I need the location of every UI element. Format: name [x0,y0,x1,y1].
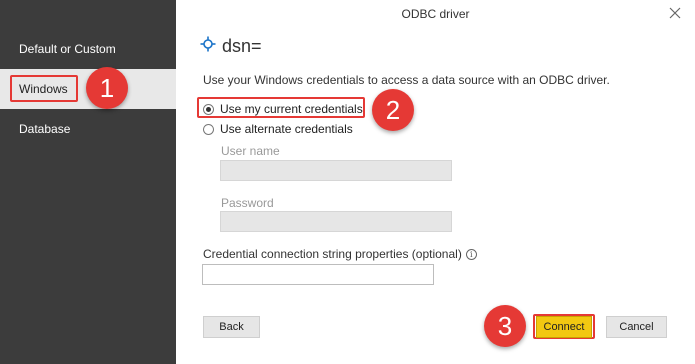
current-credentials-highlight-box [197,97,365,118]
conn-string-label: Credential connection string properties … [203,247,462,261]
username-field[interactable] [220,160,452,181]
password-field[interactable] [220,211,452,232]
step-badge-3: 3 [484,305,526,347]
connect-button[interactable]: Connect [536,316,592,338]
radio-alternate-credentials[interactable]: Use alternate credentials [203,122,353,136]
sidebar: Default or Custom Windows Database [0,0,176,364]
connector-icon [200,36,216,57]
sidebar-item-database[interactable]: Database [0,109,176,149]
sidebar-item-label: Default or Custom [19,42,116,56]
step-badge-2: 2 [372,89,414,131]
step-badge-1: 1 [86,67,128,109]
password-label: Password [221,196,274,210]
windows-highlight-box [10,75,78,102]
username-label: User name [221,144,280,158]
radio-alternate-label: Use alternate credentials [220,122,353,136]
info-icon[interactable]: i [465,248,477,260]
radio-unselected-icon[interactable] [203,123,214,135]
sidebar-item-default-or-custom[interactable]: Default or Custom [0,29,176,69]
cancel-button[interactable]: Cancel [606,316,667,338]
close-icon[interactable] [667,5,683,21]
window-title: ODBC driver [401,7,470,21]
description-text: Use your Windows credentials to access a… [203,73,610,87]
dsn-title: dsn= [222,36,262,56]
sidebar-item-label: Database [19,122,71,136]
conn-string-field[interactable] [202,264,434,285]
conn-string-label-row: Credential connection string properties … [203,247,477,261]
dsn-heading: dsn= [200,36,262,57]
back-button[interactable]: Back [203,316,260,338]
